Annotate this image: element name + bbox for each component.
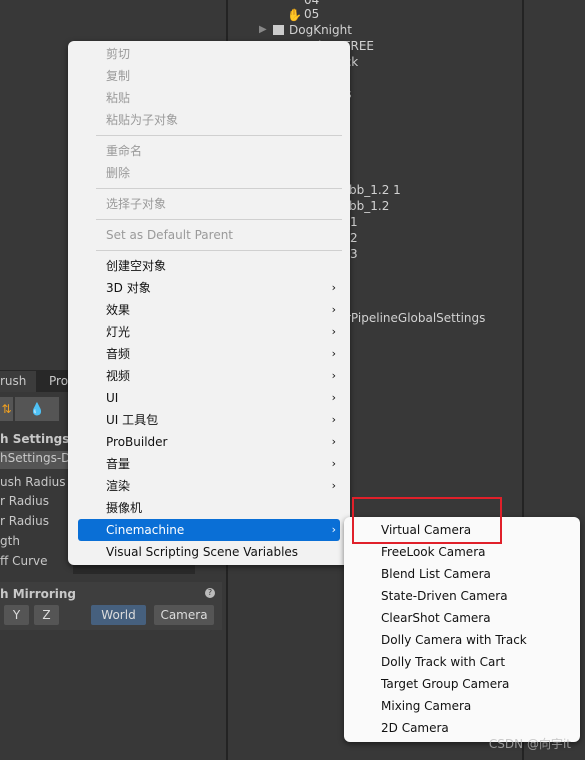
world-button[interactable]: World <box>91 605 146 625</box>
camera-button[interactable]: Camera <box>154 605 214 625</box>
menu-item-rendering[interactable]: 渲染 › <box>68 475 350 497</box>
menu-item-copy: 复制 <box>106 69 131 83</box>
chevron-right-icon: › <box>331 413 336 426</box>
chevron-right-icon: › <box>331 523 336 536</box>
submenu-item-dolly-track-with-cart[interactable]: Dolly Track with Cart <box>344 651 580 673</box>
menu-label: 音量 <box>106 457 131 471</box>
submenu-item-dolly-camera-with-track[interactable]: Dolly Camera with Track <box>344 629 580 651</box>
water-drop-icon[interactable]: 💧 <box>15 397 59 421</box>
submenu-item-freelook-camera[interactable]: FreeLook Camera <box>344 541 580 563</box>
submenu-item-clearshot-camera[interactable]: ClearShot Camera <box>344 607 580 629</box>
menu-label: 视频 <box>106 369 131 383</box>
menu-item-volume[interactable]: 音量 › <box>68 453 350 475</box>
submenu-item-state-driven-camera[interactable]: State-Driven Camera <box>344 585 580 607</box>
menu-item-probuilder[interactable]: ProBuilder › <box>68 431 350 453</box>
field-label: r Radius <box>0 494 49 508</box>
help-icon[interactable]: ? <box>205 588 215 598</box>
hierarchy-item[interactable]: 1 <box>350 215 358 229</box>
axis-z-button[interactable]: Z <box>34 605 59 625</box>
hand-icon: ✋ <box>287 8 302 22</box>
chevron-right-icon: › <box>331 391 336 404</box>
menu-label: 效果 <box>106 303 131 317</box>
field-label: ff Curve <box>0 554 48 568</box>
menu-item-cut: 剪切 <box>106 47 131 61</box>
menu-label: Cinemachine <box>106 523 185 537</box>
submenu-item-mixing-camera[interactable]: Mixing Camera <box>344 695 580 717</box>
watermark: CSDN @向宇it <box>488 737 571 751</box>
field-label: gth <box>0 534 20 548</box>
menu-label: 音频 <box>106 347 131 361</box>
menu-item-create-empty[interactable]: 创建空对象 <box>68 255 350 277</box>
tool-button[interactable]: ⇅ <box>0 397 13 421</box>
field-label: r Radius <box>0 514 49 528</box>
menu-label: 灯光 <box>106 325 131 339</box>
cinemachine-submenu: Virtual Camera FreeLook Camera Blend Lis… <box>344 517 580 742</box>
tab-brush[interactable]: rush <box>0 371 36 392</box>
menu-label: 渲染 <box>106 479 131 493</box>
chevron-right-icon: › <box>331 281 336 294</box>
menu-item-camera[interactable]: 摄像机 <box>68 497 350 519</box>
menu-item-select-children: 选择子对象 <box>106 197 167 211</box>
menu-item-ui-toolkit[interactable]: UI 工具包 › <box>68 409 350 431</box>
menu-item-paste: 粘贴 <box>106 91 131 105</box>
chevron-right-icon: › <box>331 325 336 338</box>
menu-separator <box>68 246 350 255</box>
menu-label: UI 工具包 <box>106 413 159 427</box>
chevron-right-icon: › <box>331 347 336 360</box>
chevron-right-icon: › <box>331 479 336 492</box>
chevron-right-icon: › <box>331 457 336 470</box>
chevron-right-icon: › <box>331 435 336 448</box>
context-menu: 剪切 复制 粘贴 粘贴为子对象 重命名 删除 选择子对象 Set as Defa… <box>68 41 350 565</box>
menu-item-ui[interactable]: UI › <box>68 387 350 409</box>
menu-item-paste-as-child: 粘贴为子对象 <box>106 113 179 127</box>
hierarchy-item[interactable]: 04 <box>304 0 319 7</box>
hierarchy-item[interactable]: 05 <box>304 7 319 21</box>
menu-item-audio[interactable]: 音频 › <box>68 343 350 365</box>
menu-item-set-default-parent: Set as Default Parent <box>106 228 234 242</box>
hierarchy-item[interactable]: 2 <box>350 231 358 245</box>
menu-label: ProBuilder <box>106 435 168 449</box>
menu-separator <box>68 215 350 224</box>
menu-item-effects[interactable]: 效果 › <box>68 299 350 321</box>
menu-item-3d-object[interactable]: 3D 对象 › <box>68 277 350 299</box>
settings-field[interactable]: hSettings-D <box>0 451 70 469</box>
menu-label: UI <box>106 391 119 405</box>
section-title: h Settings <box>0 432 70 446</box>
menu-separator <box>68 184 350 193</box>
mirroring-title: h Mirroring <box>0 587 77 601</box>
hierarchy-item[interactable]: 3 <box>350 247 358 261</box>
menu-label: 3D 对象 <box>106 281 151 295</box>
tab-pro[interactable]: Pro <box>49 371 68 392</box>
folder-icon <box>273 25 284 35</box>
menu-item-rename: 重命名 <box>106 144 143 158</box>
axis-y-button[interactable]: Y <box>4 605 29 625</box>
menu-item-visual-scripting-variables[interactable]: Visual Scripting Scene Variables <box>68 541 350 563</box>
chevron-right-icon: › <box>331 369 336 382</box>
hierarchy-item[interactable]: derPipelineGlobalSettings <box>331 311 485 325</box>
expand-arrow-icon[interactable]: ▶ <box>259 24 267 35</box>
menu-item-light[interactable]: 灯光 › <box>68 321 350 343</box>
submenu-item-blend-list-camera[interactable]: Blend List Camera <box>344 563 580 585</box>
chevron-right-icon: › <box>331 303 336 316</box>
hierarchy-item[interactable]: DogKnight <box>289 23 352 37</box>
menu-separator <box>68 131 350 140</box>
menu-item-delete: 删除 <box>106 166 131 180</box>
menu-item-video[interactable]: 视频 › <box>68 365 350 387</box>
annotation-highlight-box <box>352 497 502 544</box>
menu-item-cinemachine[interactable]: Cinemachine › <box>78 519 340 541</box>
submenu-item-target-group-camera[interactable]: Target Group Camera <box>344 673 580 695</box>
